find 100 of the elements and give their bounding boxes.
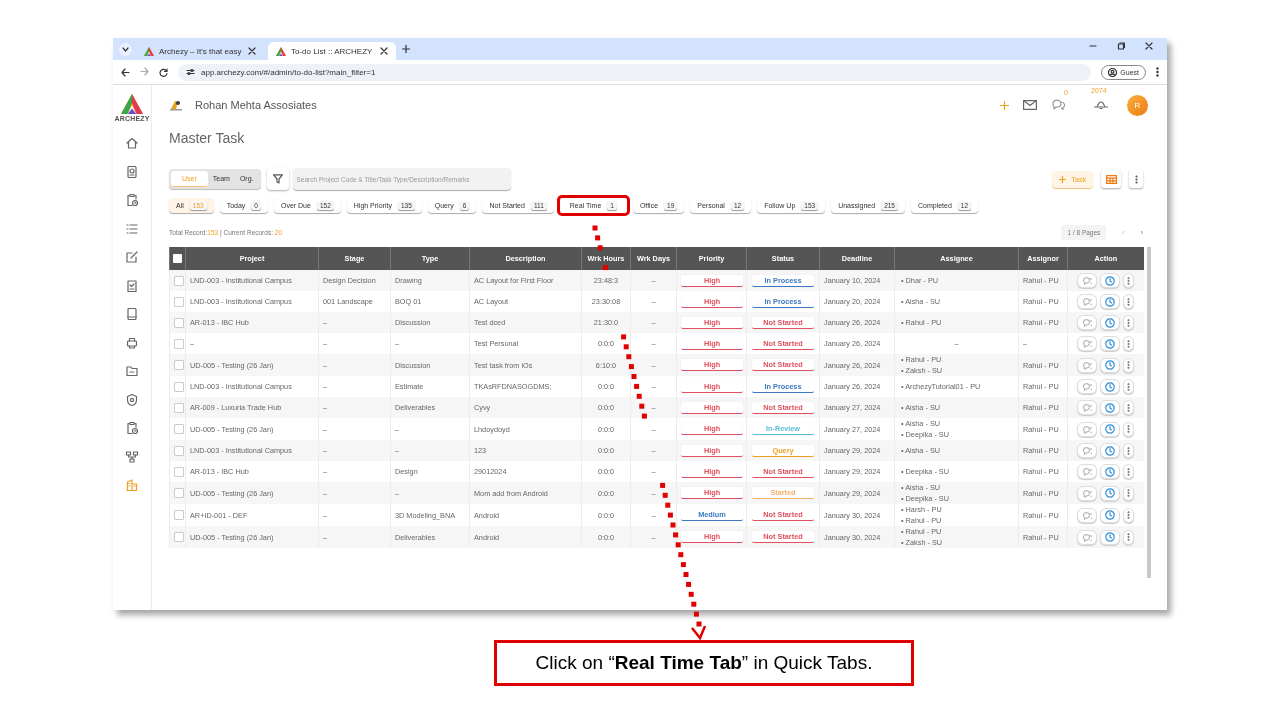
comment-button[interactable] [1077,400,1098,415]
clock-icon [1105,466,1116,477]
row-menu-button[interactable] [1123,336,1135,351]
clock-icon [1105,424,1116,434]
restore-icon[interactable] [1117,42,1125,50]
time-log-button[interactable] [1100,507,1121,523]
more-button[interactable] [1129,170,1143,188]
sitemap-icon[interactable] [125,449,139,464]
row-menu-button[interactable] [1123,443,1135,458]
row-checkbox[interactable] [174,510,184,521]
comment-button[interactable] [1077,529,1098,545]
close-icon[interactable] [248,47,256,55]
kebab-menu-icon [1127,382,1131,391]
row-menu-button[interactable] [1123,400,1135,415]
kebab-menu-icon [1127,276,1131,285]
browser-tab[interactable]: Archezy – It's that easy [136,42,264,60]
back-icon[interactable] [121,67,130,77]
chat-icon[interactable] [1051,98,1065,110]
folder-icon[interactable] [125,364,139,378]
comment-button[interactable] [1077,294,1098,309]
row-checkbox[interactable] [174,466,184,477]
chat-icon [1082,446,1093,455]
close-icon[interactable] [380,47,388,55]
filter-icon [272,174,283,184]
edit-icon[interactable] [125,250,139,264]
row-menu-button[interactable] [1123,507,1135,523]
id-badge-icon[interactable] [125,164,139,179]
comment-button[interactable] [1077,485,1098,501]
comment-button[interactable] [1077,507,1098,523]
reload-icon[interactable] [159,67,168,77]
forward-icon[interactable] [140,66,149,76]
time-log-button[interactable] [1100,379,1121,394]
clock-icon [1105,317,1116,328]
row-checkbox[interactable] [174,360,184,371]
row-checkbox[interactable] [174,488,184,499]
book-icon[interactable] [125,307,139,321]
row-checkbox[interactable] [174,381,184,392]
row-menu-button[interactable] [1123,379,1135,394]
list-icon[interactable] [125,221,139,236]
row-checkbox[interactable] [174,445,184,456]
clipboard-clock-icon[interactable] [125,193,139,207]
row-menu-button[interactable] [1123,315,1135,330]
row-menu-button[interactable] [1123,294,1135,309]
minimize-icon[interactable] [1089,42,1097,50]
comment-button[interactable] [1077,379,1098,394]
time-log-button[interactable] [1100,315,1121,330]
time-log-button[interactable] [1100,485,1121,501]
time-log-button[interactable] [1100,529,1121,545]
time-log-button[interactable] [1100,443,1121,458]
row-menu-button[interactable] [1123,485,1135,501]
row-checkbox[interactable] [174,296,184,307]
plus-icon[interactable] [402,45,410,53]
clipboard-clock-icon[interactable] [125,421,139,435]
table-view-button[interactable] [1101,170,1121,188]
comment-button[interactable] [1077,464,1098,479]
time-log-button[interactable] [1100,464,1121,479]
select-all-checkbox[interactable] [173,254,182,264]
chat-icon [1082,510,1093,520]
bell-icon[interactable] [1094,100,1108,110]
time-log-button[interactable] [1100,421,1121,437]
row-menu-button[interactable] [1123,464,1135,479]
browser-tab[interactable]: To-do List :: ARCHEZY [268,42,396,60]
row-checkbox[interactable] [174,532,184,543]
comment-button[interactable] [1077,336,1098,351]
comment-button[interactable] [1077,443,1098,458]
company-logo-icon [169,99,183,111]
filter-button[interactable] [266,168,289,190]
row-menu-button[interactable] [1123,273,1135,288]
time-log-button[interactable] [1100,294,1121,309]
kebab-menu-icon [1127,425,1131,433]
time-log-button[interactable] [1100,400,1121,415]
address-bar[interactable]: app.archezy.com/#/admin/to-do-list?main_filter=1 [178,63,1092,81]
kebab-menu-icon [1127,318,1131,327]
row-checkbox[interactable] [174,338,184,349]
time-log-button[interactable] [1100,273,1121,288]
clipboard-check-icon[interactable] [125,278,139,293]
time-log-button[interactable] [1100,336,1121,351]
comment-button[interactable] [1077,357,1098,373]
row-menu-button[interactable] [1123,529,1135,545]
mail-icon[interactable] [1023,100,1037,110]
comment-button[interactable] [1077,273,1098,288]
clock-icon [1105,532,1116,542]
row-checkbox[interactable] [174,402,184,413]
row-checkbox[interactable] [174,317,184,328]
row-checkbox[interactable] [174,275,184,286]
kebab-menu-icon [1127,446,1131,455]
row-menu-button[interactable] [1123,357,1135,373]
clock-icon [1105,275,1116,286]
comment-button[interactable] [1077,421,1098,437]
close-icon[interactable] [1145,42,1153,50]
chevron-down-icon[interactable] [122,46,129,53]
kebab-menu-icon[interactable] [1156,67,1159,77]
shield-icon[interactable] [125,392,139,407]
home-icon[interactable] [125,136,139,150]
row-checkbox[interactable] [174,424,184,435]
building-icon[interactable] [125,478,139,492]
printer-icon[interactable] [125,335,139,350]
time-log-button[interactable] [1100,357,1121,373]
comment-button[interactable] [1077,315,1098,330]
row-menu-button[interactable] [1123,421,1135,437]
